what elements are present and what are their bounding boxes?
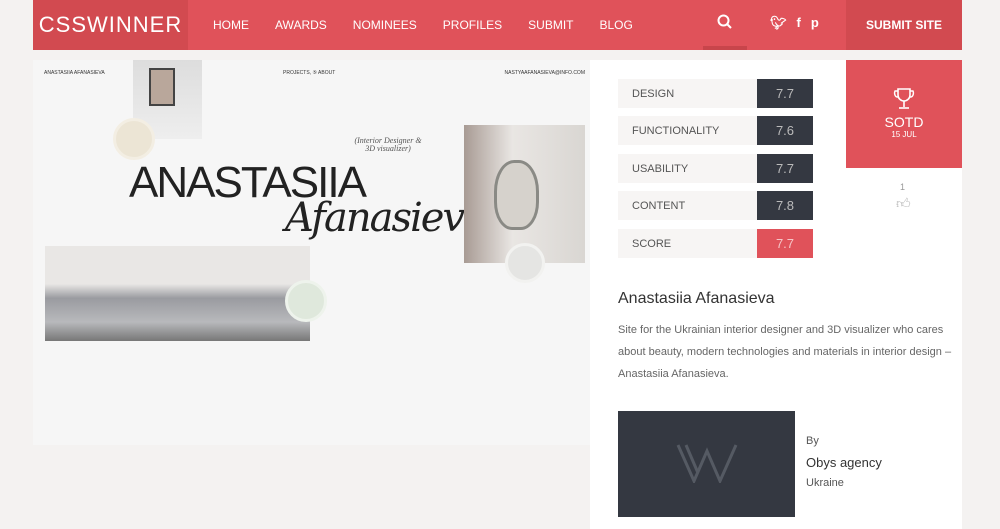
obys-logo-icon (676, 444, 738, 483)
author-name[interactable]: Obys agency (806, 455, 882, 470)
score-value: 7.7 (757, 79, 813, 108)
preview-plate (285, 280, 327, 322)
site-name: Anastasiia Afanasieva (618, 290, 775, 307)
preview-plate (505, 243, 545, 283)
score-value: 7.7 (757, 154, 813, 183)
nav-submit[interactable]: SUBMIT (528, 18, 573, 32)
preview-email: NASTYAAFANASIEVA@INFO.COM (504, 70, 585, 76)
preview-image-sofa (45, 246, 310, 341)
score-label: DESIGN (632, 88, 675, 100)
preview-subtitle: (Interior Designer & 3D visualizer) (354, 136, 422, 153)
preview-plate (113, 118, 155, 160)
author-country: Ukraine (806, 477, 844, 489)
trophy-icon (893, 88, 915, 109)
sotd-date: 15 JUL (891, 130, 917, 139)
score-value: 7.8 (757, 191, 813, 220)
nav-nominees[interactable]: NOMINEES (353, 18, 417, 32)
score-label: CONTENT (632, 200, 686, 212)
score-value: 7.6 (757, 116, 813, 145)
preview-menu: PROJECTS, ⑤ ABOUT (283, 70, 336, 76)
score-value: 7.7 (757, 229, 813, 258)
nav-blog[interactable]: BLOG (600, 18, 633, 32)
site-preview[interactable]: ANASTASIIA AFANASIEVA PROJECTS, ⑤ ABOUT … (33, 60, 590, 445)
site-description: Site for the Ukrainian interior designer… (618, 324, 952, 380)
twitter-icon[interactable]: 🐦︎ (770, 15, 787, 31)
score-label: USABILITY (632, 163, 689, 175)
submit-site-button[interactable]: SUBMIT SITE (846, 0, 962, 50)
score-total: SCORE 7.7 (618, 229, 813, 258)
facebook-icon[interactable]: f (797, 15, 801, 31)
pinterest-icon[interactable]: p (811, 15, 819, 31)
like-count: 1 (900, 182, 906, 192)
author-logo[interactable] (618, 411, 795, 517)
score-label: SCORE (632, 238, 672, 250)
sotd-title: SOTD (884, 114, 924, 130)
preview-title-script: Afanasieva (285, 195, 487, 241)
score-usability: USABILITY 7.7 (618, 154, 813, 183)
search-indicator (703, 46, 747, 50)
nav-profiles[interactable]: PROFILES (443, 18, 502, 32)
nav-home[interactable]: HOME (213, 18, 249, 32)
preview-brand: ANASTASIIA AFANASIEVA (44, 70, 105, 76)
nav-awards[interactable]: AWARDS (275, 18, 327, 32)
score-design: DESIGN 7.7 (618, 79, 813, 108)
thumbs-up-icon[interactable]: 👍︎ (896, 195, 911, 212)
search-icon[interactable] (717, 14, 733, 35)
sotd-badge: SOTD 15 JUL (846, 60, 962, 168)
logo[interactable]: CSSWINNER (33, 0, 188, 50)
top-navbar: CSSWINNER HOME AWARDS NOMINEES PROFILES … (33, 0, 962, 50)
score-functionality: FUNCTIONALITY 7.6 (618, 116, 813, 145)
score-content: CONTENT 7.8 (618, 191, 813, 220)
author-by: By (806, 435, 819, 447)
score-label: FUNCTIONALITY (632, 125, 720, 137)
